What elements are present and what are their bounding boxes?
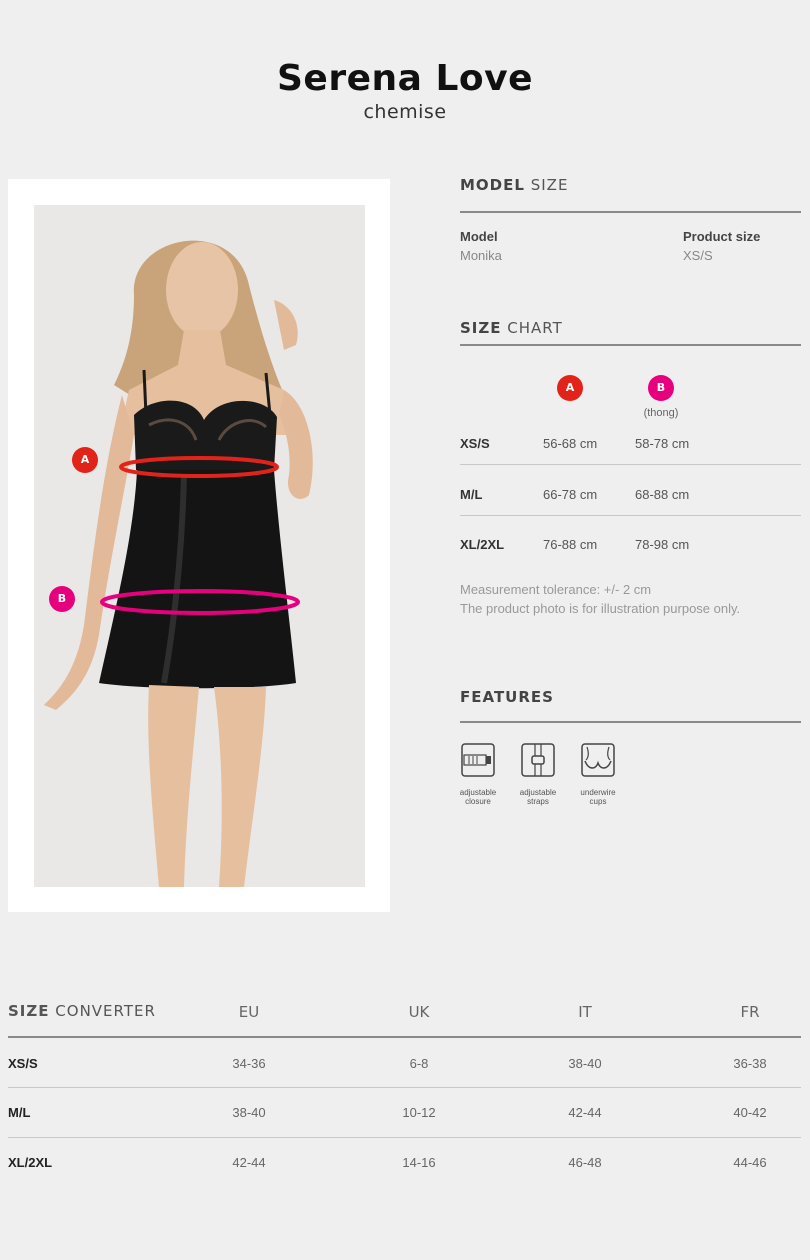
product-size-label: Product size <box>683 229 761 244</box>
row-divider <box>8 1137 801 1138</box>
converter-row-size: XS/S <box>8 1056 38 1071</box>
product-type: chemise <box>363 101 447 123</box>
size-chart-divider <box>460 344 801 346</box>
features-divider <box>460 721 801 723</box>
model-label: Model <box>460 229 498 244</box>
converter-cell: 38-40 <box>568 1056 602 1071</box>
converter-cell: 6-8 <box>409 1056 429 1071</box>
feature-adjustable-closure: adjustable closure <box>448 743 508 806</box>
size-chart-row-size: XL/2XL <box>460 537 505 552</box>
size-chart-heading: SIZE CHART <box>460 319 563 337</box>
adjustable-closure-icon <box>461 743 495 777</box>
size-chart-row-a: 76-88 cm <box>543 537 598 552</box>
underwire-cups-icon <box>581 743 615 777</box>
row-divider <box>460 515 801 516</box>
measurement-marker-b: B <box>49 586 75 612</box>
product-size-value: XS/S <box>683 248 713 263</box>
illustration-note: The product photo is for illustration pu… <box>460 601 741 616</box>
converter-row-size: M/L <box>8 1105 31 1120</box>
measurement-marker-a: A <box>72 447 98 473</box>
size-chart-row-b: 68-88 cm <box>635 487 690 502</box>
adjustable-straps-icon <box>521 743 555 777</box>
size-chart-row-b: 58-78 cm <box>635 436 690 451</box>
feature-underwire-cups: underwire cups <box>568 743 628 806</box>
converter-cell: 34-36 <box>232 1056 266 1071</box>
tolerance-note: Measurement tolerance: +/- 2 cm <box>460 582 652 597</box>
size-chart-row-a: 66-78 cm <box>543 487 598 502</box>
marker-b-note: (thong) <box>643 407 679 419</box>
converter-cell: 38-40 <box>232 1105 266 1120</box>
converter-col-uk: UK <box>408 1003 430 1021</box>
model-value: Monika <box>460 248 502 263</box>
converter-col-fr: FR <box>740 1003 760 1021</box>
size-chart-row-b: 78-98 cm <box>635 537 690 552</box>
converter-cell: 40-42 <box>733 1105 767 1120</box>
size-chart-marker-a: A <box>557 375 583 401</box>
converter-col-it: IT <box>578 1003 592 1021</box>
size-chart-row-size: XS/S <box>460 436 490 451</box>
row-divider <box>8 1087 801 1088</box>
converter-cell: 46-48 <box>568 1155 602 1170</box>
converter-cell: 42-44 <box>568 1105 602 1120</box>
model-illustration <box>44 240 313 887</box>
model-size-heading: MODEL SIZE <box>460 176 569 194</box>
converter-row-size: XL/2XL <box>8 1155 53 1170</box>
model-photo <box>34 205 365 887</box>
model-size-divider <box>460 211 801 213</box>
size-chart-row-size: M/L <box>460 487 483 502</box>
size-converter-heading: SIZE CONVERTER <box>8 1002 156 1020</box>
size-chart-row-a: 56-68 cm <box>543 436 598 451</box>
size-chart-marker-b: B <box>648 375 674 401</box>
converter-divider <box>8 1036 801 1038</box>
features-heading: FEATURES <box>460 688 554 706</box>
product-title: Serena Love <box>276 58 534 99</box>
converter-cell: 36-38 <box>733 1056 767 1071</box>
converter-cell: 10-12 <box>402 1105 436 1120</box>
converter-cell: 44-46 <box>733 1155 767 1170</box>
row-divider <box>460 464 801 465</box>
converter-cell: 14-16 <box>402 1155 436 1170</box>
converter-cell: 42-44 <box>232 1155 266 1170</box>
feature-adjustable-straps: adjustable straps <box>508 743 568 806</box>
converter-col-eu: EU <box>238 1003 260 1021</box>
